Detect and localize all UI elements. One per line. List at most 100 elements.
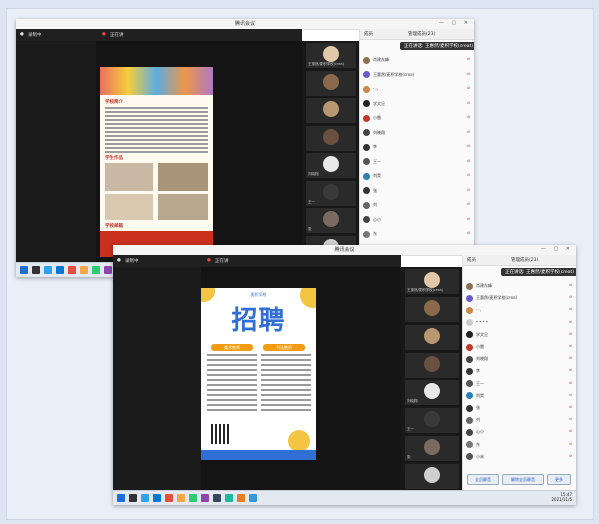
taskbar-app-icon[interactable] <box>129 494 137 502</box>
mic-off-icon[interactable]: ⌀ <box>467 217 470 222</box>
video-tile[interactable] <box>306 70 356 96</box>
mic-off-icon[interactable]: ⌀ <box>569 442 572 447</box>
mic-off-icon[interactable]: ⌀ <box>467 202 470 207</box>
participant-row[interactable]: 小雷 ⌀ <box>360 113 474 123</box>
tab-manage-members[interactable]: 管理成员(23) <box>408 31 435 37</box>
participant-row[interactable]: ·.·, ⌀ <box>360 84 474 94</box>
mic-off-icon[interactable]: ⌀ <box>569 295 572 300</box>
tab-manage-members[interactable]: 管理成员(23) <box>511 257 538 263</box>
mic-off-icon[interactable]: ⌀ <box>467 173 470 178</box>
mic-off-icon[interactable]: ⌀ <box>569 429 572 434</box>
mic-off-icon[interactable]: ⌀ <box>569 356 572 361</box>
record-icon[interactable]: ● <box>20 32 24 37</box>
participant-row[interactable]: 心小 ⌀ <box>463 427 576 437</box>
participant-row[interactable]: 小雷 ⌀ <box>463 342 576 352</box>
taskbar-app-icon[interactable] <box>201 494 209 502</box>
taskbar-app-icon[interactable] <box>104 266 112 274</box>
mic-off-icon[interactable]: ⌀ <box>569 283 572 288</box>
participant-row[interactable]: 小米 ⌀ <box>463 452 576 462</box>
participant-row[interactable]: 李 ⌀ <box>360 142 474 152</box>
participant-row[interactable]: 肖建东峰 ⌀ <box>463 281 576 291</box>
video-tile[interactable]: 王一 <box>306 180 356 206</box>
taskbar-app-icon[interactable] <box>20 266 28 274</box>
mic-off-icon[interactable]: ⌀ <box>569 417 572 422</box>
mic-off-icon[interactable]: ⌀ <box>569 307 572 312</box>
taskbar-app-icon[interactable] <box>117 494 125 502</box>
mic-off-icon[interactable]: ⌀ <box>467 144 470 149</box>
more-button[interactable]: 更多 <box>547 474 571 485</box>
mic-off-icon[interactable]: ⌀ <box>467 188 470 193</box>
video-tile[interactable]: 刘晓翔 <box>306 153 356 179</box>
participant-row[interactable]: 刘晓翔 ⌀ <box>463 354 576 364</box>
video-tile[interactable] <box>405 352 459 378</box>
window-controls[interactable]: — ▢ ✕ <box>541 246 573 252</box>
video-tile[interactable] <box>405 296 459 322</box>
video-tile[interactable]: 张 <box>405 436 459 462</box>
taskbar-app-icon[interactable] <box>80 266 88 274</box>
participant-row[interactable]: 刘昊 ⌀ <box>463 391 576 401</box>
video-tile[interactable] <box>405 324 459 350</box>
taskbar-app-icon[interactable] <box>153 494 161 502</box>
mic-off-icon[interactable]: ⌀ <box>569 344 572 349</box>
mic-off-icon[interactable]: ⌀ <box>467 159 470 164</box>
mute-all-button[interactable]: 全员静音 <box>467 474 499 485</box>
video-tile[interactable]: 王惠然/麦积学校(crea) <box>405 269 459 294</box>
participant-row[interactable]: * * * * ⌀ <box>463 318 576 328</box>
taskbar-app-icon[interactable] <box>249 494 257 502</box>
taskbar-app-icon[interactable] <box>92 266 100 274</box>
participant-row[interactable]: 刘 ⌀ <box>360 200 474 210</box>
participant-row[interactable]: 刘昊 ⌀ <box>360 171 474 181</box>
mic-off-icon[interactable]: ⌀ <box>569 320 572 325</box>
mic-off-icon[interactable]: ⌀ <box>467 231 470 236</box>
participant-row[interactable]: 王惠然/麦积学校(crea) ⌀ <box>360 70 474 80</box>
mic-off-icon[interactable]: ⌀ <box>569 332 572 337</box>
record-icon[interactable]: ● <box>117 258 121 263</box>
participant-row[interactable]: 王一 ⌀ <box>463 379 576 389</box>
video-tile[interactable]: 王惠然/麦积学校(crea) <box>306 43 356 68</box>
unmute-all-button[interactable]: 解除全员静音 <box>502 474 544 485</box>
taskbar-app-icon[interactable] <box>141 494 149 502</box>
participant-row[interactable]: ·.·, ⌀ <box>463 305 576 315</box>
taskbar-app-icon[interactable] <box>165 494 173 502</box>
mic-off-icon[interactable]: ⌀ <box>467 115 470 120</box>
taskbar-app-icon[interactable] <box>56 266 64 274</box>
participant-row[interactable]: 学文旦 ⌀ <box>463 330 576 340</box>
mic-off-icon[interactable]: ⌀ <box>569 368 572 373</box>
taskbar-app-icon[interactable] <box>177 494 185 502</box>
video-tile[interactable] <box>405 464 459 489</box>
mic-off-icon[interactable]: ⌀ <box>467 57 470 62</box>
participant-row[interactable]: 心小 ⌀ <box>360 215 474 225</box>
mic-off-icon[interactable]: ⌀ <box>467 72 470 77</box>
participant-row[interactable]: 刘晓翔 ⌀ <box>360 128 474 138</box>
participant-row[interactable]: 东 ⌀ <box>463 440 576 450</box>
participant-row[interactable]: 肖建东峰 ⌀ <box>360 55 474 65</box>
window-controls[interactable]: — ▢ ✕ <box>439 20 471 26</box>
video-tile[interactable]: 刘晓翔 <box>405 380 459 406</box>
taskbar-app-icon[interactable] <box>68 266 76 274</box>
video-tile[interactable]: 张 <box>306 208 356 234</box>
participant-row[interactable]: 王惠然/麦积学校(crea) ⌀ <box>463 293 576 303</box>
mic-off-icon[interactable]: ⌀ <box>569 381 572 386</box>
participant-row[interactable]: 刘 ⌀ <box>463 415 576 425</box>
mic-off-icon[interactable]: ⌀ <box>467 130 470 135</box>
video-tile[interactable] <box>306 125 356 151</box>
mic-off-icon[interactable]: ⌀ <box>467 101 470 106</box>
video-tile[interactable]: 王一 <box>405 408 459 434</box>
mic-off-icon[interactable]: ⌀ <box>569 454 572 459</box>
participant-row[interactable]: 李 ⌀ <box>463 366 576 376</box>
tab-members[interactable]: 成员 <box>364 31 373 37</box>
taskbar-app-icon[interactable] <box>32 266 40 274</box>
participant-row[interactable]: 东 ⌀ <box>360 229 474 239</box>
participant-row[interactable]: 张 ⌀ <box>463 403 576 413</box>
participant-row[interactable]: 学文旦 ⌀ <box>360 99 474 109</box>
mic-off-icon[interactable]: ⌀ <box>569 405 572 410</box>
mic-off-icon[interactable]: ⌀ <box>467 86 470 91</box>
taskbar-app-icon[interactable] <box>213 494 221 502</box>
mic-off-icon[interactable]: ⌀ <box>569 393 572 398</box>
taskbar-app-icon[interactable] <box>237 494 245 502</box>
tab-members[interactable]: 成员 <box>467 257 476 263</box>
taskbar-app-icon[interactable] <box>44 266 52 274</box>
participant-row[interactable]: 王一 ⌀ <box>360 157 474 167</box>
taskbar-app-icon[interactable] <box>189 494 197 502</box>
video-tile[interactable] <box>306 98 356 124</box>
